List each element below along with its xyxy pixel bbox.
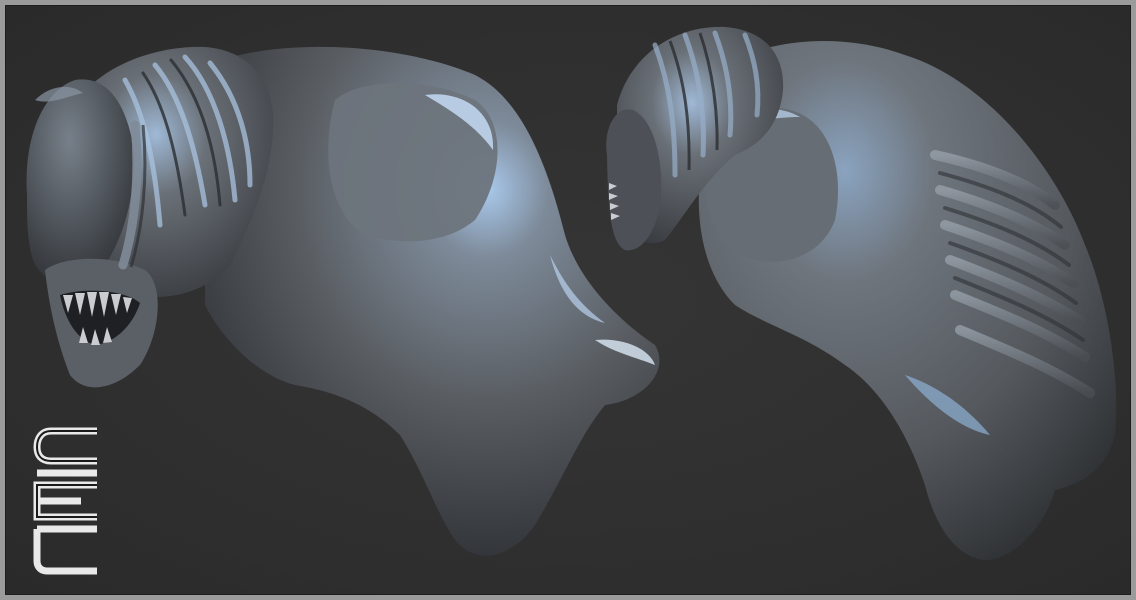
sculpt-render-canvas (26, 26, 1117, 561)
render-frame (0, 0, 1136, 600)
left-sculpt-view (26, 46, 660, 556)
right-sculpt-view (606, 26, 1117, 561)
ciel-logo-icon (33, 427, 97, 575)
